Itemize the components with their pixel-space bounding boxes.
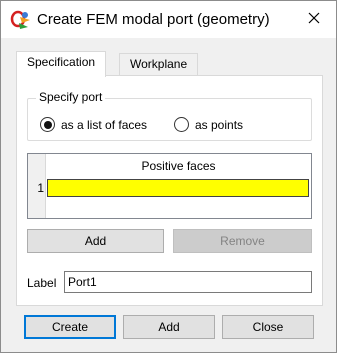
close-dialog-button[interactable]: Close [222, 315, 314, 339]
specify-port-group: Specify port as a list of faces as point… [27, 90, 312, 141]
tab-specification[interactable]: Specification [16, 51, 107, 77]
radio-as-points-label: as points [195, 117, 244, 132]
add-button-label: Add [158, 320, 180, 334]
close-button-label: Close [252, 320, 284, 334]
radio-as-points[interactable]: as points [174, 117, 243, 132]
specification-panel: Specify port as a list of faces as point… [16, 75, 323, 306]
radio-unselected-icon [174, 117, 189, 132]
label-field-label: Label [27, 276, 57, 290]
radio-list-of-faces[interactable]: as a list of faces [40, 117, 147, 132]
app-logo-icon [10, 9, 32, 31]
close-button[interactable] [292, 1, 336, 38]
dialog-window: Create FEM modal port (geometry) Specifi… [0, 0, 337, 353]
tab-workplane[interactable]: Workplane [119, 53, 199, 75]
table-cell-positive-faces[interactable] [47, 179, 309, 197]
add-face-button[interactable]: Add [27, 229, 164, 253]
label-input[interactable]: Port1 [64, 271, 312, 293]
window-title: Create FEM modal port (geometry) [37, 11, 270, 28]
create-button-label: Create [51, 320, 89, 334]
add-button[interactable]: Add [123, 315, 215, 339]
create-button[interactable]: Create [24, 315, 116, 339]
positive-faces-table: Positive faces 1 [27, 153, 312, 219]
close-icon [308, 12, 320, 27]
row-number: 1 [37, 181, 44, 195]
radio-selected-icon [40, 117, 55, 132]
radio-list-of-faces-label: as a list of faces [61, 117, 148, 132]
specify-port-label: Specify port [36, 90, 106, 104]
column-header-positive-faces: Positive faces [46, 154, 311, 178]
title-bar: Create FEM modal port (geometry) [1, 1, 336, 38]
remove-face-button[interactable]: Remove [173, 229, 312, 253]
